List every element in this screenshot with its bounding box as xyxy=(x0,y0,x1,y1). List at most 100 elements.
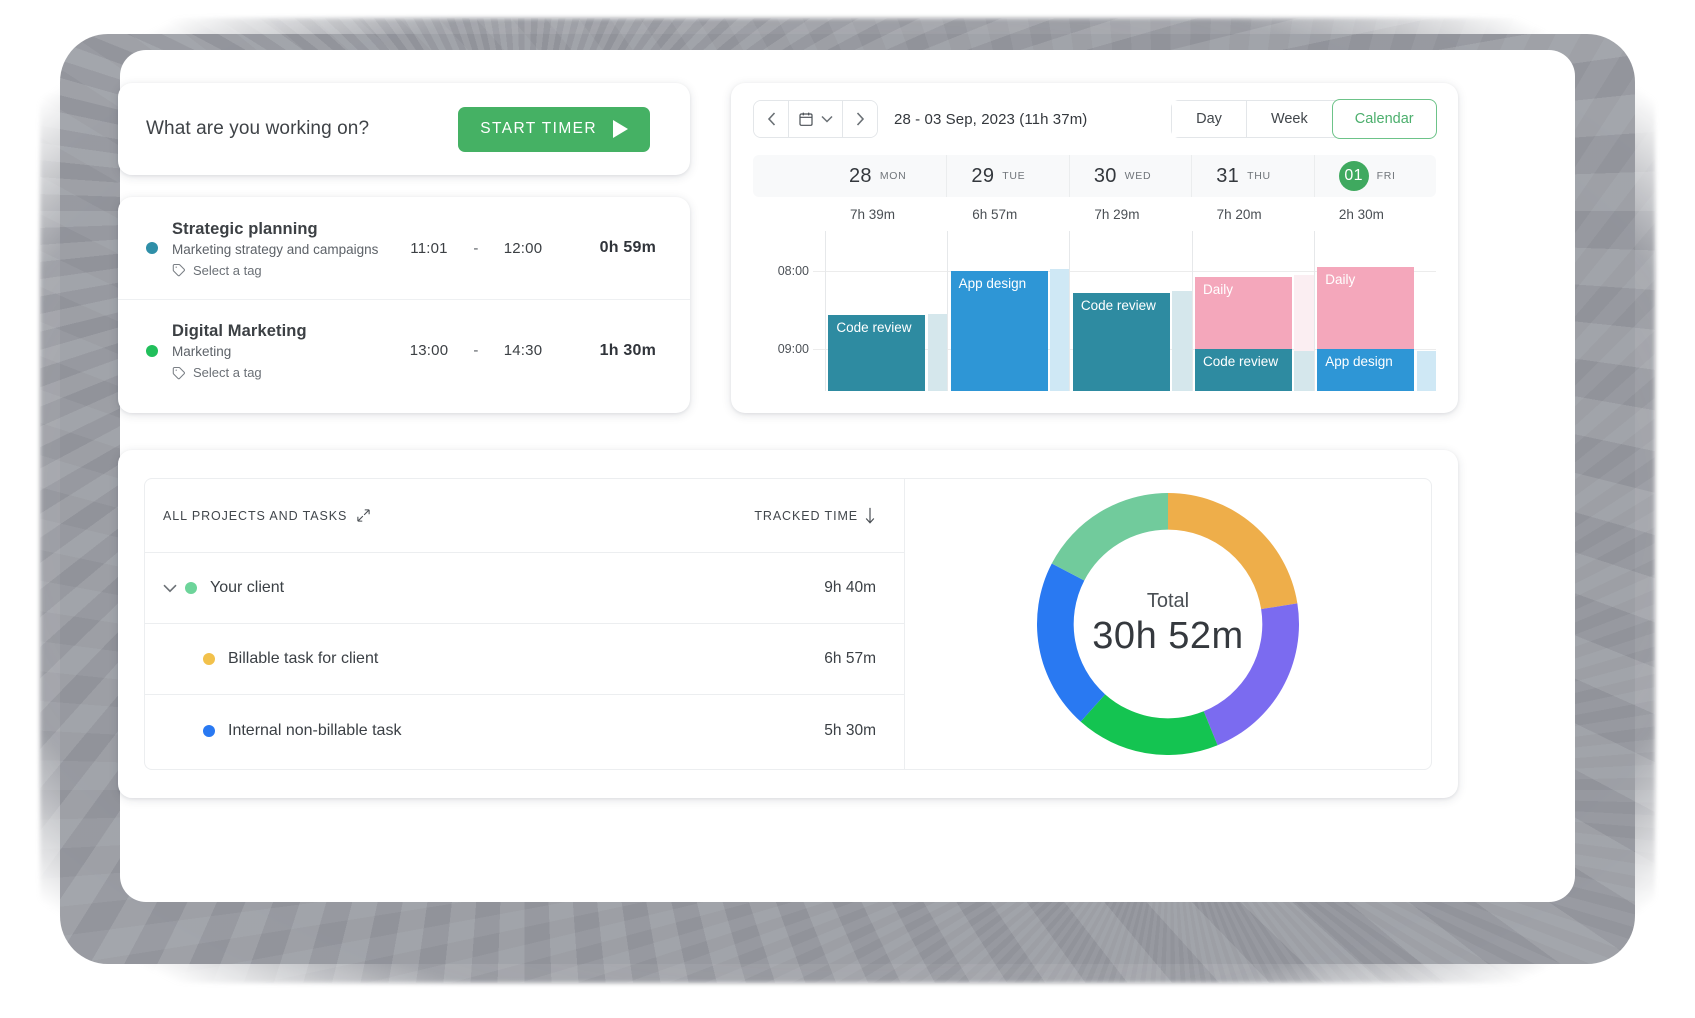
previous-period-button[interactable] xyxy=(754,101,788,137)
calendar-event-label: App design xyxy=(958,276,1027,291)
calendar-day-header[interactable]: 29 TUE xyxy=(946,155,1068,197)
day-number: 28 xyxy=(849,164,872,187)
calendar-event[interactable]: Daily xyxy=(1195,277,1292,349)
day-weekday: FRI xyxy=(1376,170,1396,182)
calendar-date-range: 28 - 03 Sep, 2023 (11h 37m) xyxy=(894,110,1088,128)
calendar-toolbar: 28 - 03 Sep, 2023 (11h 37m) Day Week Cal… xyxy=(731,83,1458,155)
day-weekday: MON xyxy=(879,170,907,182)
entry-duration: 0h 59m xyxy=(599,239,656,256)
tab-day[interactable]: Day xyxy=(1172,101,1246,137)
calendar-event[interactable]: Code review xyxy=(1195,349,1292,391)
calendar-event[interactable]: Daily xyxy=(1317,267,1415,349)
calendar-day-column[interactable]: Code review xyxy=(825,231,948,391)
row-name: Billable task for client xyxy=(228,650,379,667)
entry-tag-label: Select a tag xyxy=(193,365,262,380)
calendar-event[interactable]: Code review xyxy=(1072,293,1170,391)
donut-chart[interactable]: Total 30h 52m xyxy=(1037,493,1299,755)
row-color-dot xyxy=(185,582,197,594)
calendar-day-columns: Code review App design Code review Daily Cod… xyxy=(825,231,1436,391)
calendar-event-bar[interactable] xyxy=(927,314,948,391)
start-timer-button[interactable]: START TIMER xyxy=(458,106,650,152)
chevron-left-icon xyxy=(767,112,775,126)
entry-times[interactable]: 13:00 - 14:30 xyxy=(400,342,552,359)
entry-project: Marketing strategy and campaigns xyxy=(172,241,379,257)
row-tracked-time: 9h 40m xyxy=(824,579,876,596)
table-row[interactable]: Billable task for client 6h 57m xyxy=(145,624,904,695)
row-tracked-time: 6h 57m xyxy=(824,650,876,667)
sort-descending-arrow-icon xyxy=(865,507,875,524)
expand-diagonal-icon xyxy=(357,509,370,522)
donut-total-value: 30h 52m xyxy=(1092,615,1244,657)
calendar-card: 28 - 03 Sep, 2023 (11h 37m) Day Week Cal… xyxy=(731,83,1458,413)
column-header-projects[interactable]: ALL PROJECTS AND TASKS xyxy=(163,508,371,523)
calendar-day-header-today[interactable]: 01 FRI xyxy=(1313,155,1436,197)
entry-project: Marketing xyxy=(172,344,232,360)
donut-center-text: Total 30h 52m xyxy=(1037,493,1299,755)
day-total: 2h 30m xyxy=(1338,206,1384,222)
day-total: 6h 57m xyxy=(972,206,1018,222)
projects-table: ALL PROJECTS AND TASKS TRACKED TIME Your… xyxy=(144,478,904,770)
calendar-day-totals: 7h 39m 6h 57m 7h 29m 7h 20m 2h 30m xyxy=(753,197,1436,231)
table-row[interactable]: Internal non-billable task 5h 30m xyxy=(145,695,904,766)
day-weekday: THU xyxy=(1247,170,1271,182)
tab-calendar[interactable]: Calendar xyxy=(1331,99,1437,139)
timer-description-input[interactable]: What are you working on? xyxy=(146,118,369,140)
calendar-event-bar[interactable] xyxy=(1294,351,1314,391)
calendar-day-column[interactable]: Daily Code review xyxy=(1191,231,1314,391)
entry-end-time[interactable]: 12:00 xyxy=(494,240,552,257)
calendar-event[interactable]: App design xyxy=(950,271,1048,391)
entry-start-time[interactable]: 11:01 xyxy=(400,240,458,257)
hour-label: 08:00 xyxy=(777,264,809,278)
entry-start-time[interactable]: 13:00 xyxy=(400,342,458,359)
calendar-day-header[interactable]: 28 MON xyxy=(825,155,946,197)
summary-report-card: ALL PROJECTS AND TASKS TRACKED TIME Your… xyxy=(118,450,1458,798)
start-timer-label: START TIMER xyxy=(480,120,597,137)
chevron-right-icon xyxy=(856,112,864,126)
chevron-down-icon xyxy=(163,584,177,592)
calendar-event-bar[interactable] xyxy=(1416,351,1436,391)
calendar-event-bar[interactable] xyxy=(1172,291,1192,391)
calendar-view-switcher: Day Week Calendar xyxy=(1171,99,1437,139)
calendar-day-column[interactable]: Daily App design xyxy=(1313,231,1436,391)
table-row[interactable]: Your client 9h 40m xyxy=(145,553,904,624)
day-number: 31 xyxy=(1216,164,1240,187)
calendar-nav-group xyxy=(753,100,878,138)
row-color-dot xyxy=(203,724,215,737)
calendar-event[interactable]: Code review xyxy=(828,315,926,391)
calendar-event-label: App design xyxy=(1325,354,1393,369)
play-icon xyxy=(613,120,628,138)
calendar-event[interactable]: App design xyxy=(1317,349,1415,391)
time-entry-row[interactable]: Digital Marketing Marketing Select a tag… xyxy=(118,299,690,401)
column-header-tracked-time[interactable]: TRACKED TIME xyxy=(754,507,876,524)
tag-icon xyxy=(172,263,185,277)
entry-title: Strategic planning xyxy=(172,219,318,238)
calendar-day-header[interactable]: 30 WED xyxy=(1068,155,1191,197)
calendar-day-column[interactable]: App design xyxy=(947,231,1070,391)
time-entry-row[interactable]: Strategic planning Marketing strategy an… xyxy=(118,197,690,299)
timer-card: What are you working on? START TIMER xyxy=(118,83,690,175)
next-period-button[interactable] xyxy=(843,101,877,137)
entry-end-time[interactable]: 14:30 xyxy=(494,342,552,359)
calendar-event-label: Code review xyxy=(836,320,912,335)
entry-times[interactable]: 11:01 - 12:00 xyxy=(400,240,552,257)
date-picker-button[interactable] xyxy=(788,101,843,137)
calendar-day-header[interactable]: 31 THU xyxy=(1191,155,1313,197)
calendar-grid[interactable]: 08:00 09:00 Code review App design Code re… xyxy=(753,231,1436,391)
entry-tag-selector[interactable]: Select a tag xyxy=(172,365,400,380)
column-header-tracked-time-label: TRACKED TIME xyxy=(754,508,858,523)
calendar-day-column[interactable]: Code review xyxy=(1069,231,1192,391)
column-header-projects-label: ALL PROJECTS AND TASKS xyxy=(163,508,348,523)
hour-label: 09:00 xyxy=(777,342,809,356)
day-number-today: 01 xyxy=(1338,161,1369,191)
tab-week[interactable]: Week xyxy=(1245,101,1332,137)
calendar-event-bar[interactable] xyxy=(1050,269,1070,391)
project-color-dot xyxy=(146,344,158,357)
donut-total-label: Total xyxy=(1146,590,1190,612)
expand-collapse-toggle[interactable] xyxy=(163,584,185,593)
calendar-event-bar[interactable] xyxy=(1294,275,1314,351)
row-color-dot xyxy=(203,653,215,665)
row-tracked-time: 5h 30m xyxy=(824,721,876,739)
calendar-event-label: Code review xyxy=(1203,354,1279,369)
entry-tag-selector[interactable]: Select a tag xyxy=(172,263,400,278)
day-number: 29 xyxy=(971,164,995,187)
